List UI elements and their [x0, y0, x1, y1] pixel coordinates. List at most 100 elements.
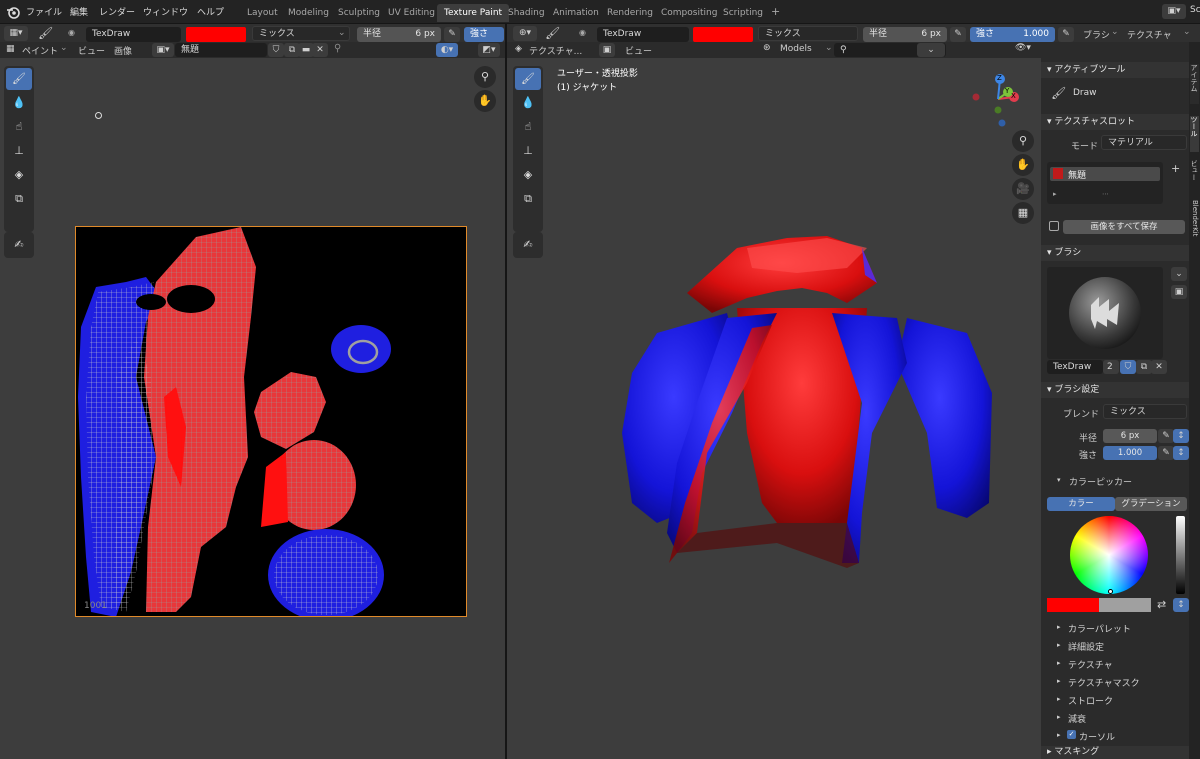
navigation-gizmo[interactable]: X Y Z: [971, 66, 1033, 128]
tab-view[interactable]: ビュー: [1190, 160, 1199, 196]
collection-dropdown[interactable]: Models: [780, 44, 812, 54]
camera-icon[interactable]: 🎥: [1012, 178, 1034, 200]
color-wheel-cursor[interactable]: [1108, 589, 1113, 594]
cursor-panel[interactable]: カーソル: [1079, 730, 1115, 743]
expand-arrow-icon[interactable]: ▸: [1053, 190, 1057, 198]
texture-slots-section-header[interactable]: ▾ テクスチャスロット: [1041, 114, 1189, 130]
pressure-radius-icon[interactable]: ✎: [1158, 429, 1174, 443]
texture-mode-dropdown[interactable]: マテリアル: [1101, 135, 1187, 150]
perspective-grid-icon[interactable]: ▦: [1012, 202, 1034, 224]
expand-arrow-icon[interactable]: ▸: [1057, 731, 1061, 739]
paintbrush-icon[interactable]: 🖌: [545, 26, 560, 40]
clone-tool-icon[interactable]: ⊥: [515, 140, 541, 162]
fake-user-shield-icon[interactable]: ⛉: [1120, 360, 1136, 374]
falloff-panel[interactable]: 減衰: [1068, 712, 1086, 725]
value-slider[interactable]: [1176, 516, 1185, 594]
brush-name-field[interactable]: TexDraw: [1047, 360, 1103, 374]
3d-viewport[interactable]: 🖌 💧 ☝ ⊥ ◈ ⧉ ✍ ユーザー・透視投影 (1) ジャケット X Y Z …: [507, 58, 1041, 759]
brush-color-swatch[interactable]: [693, 27, 753, 42]
brush-menu[interactable]: ブラシ: [1083, 28, 1110, 41]
visibility-icon[interactable]: 👁▾: [1015, 43, 1031, 53]
tab-rendering[interactable]: Rendering: [600, 4, 660, 22]
texture-menu[interactable]: テクスチャ: [1127, 28, 1172, 41]
mask-tool-icon[interactable]: ⧉: [515, 188, 541, 210]
pressure-radius-icon[interactable]: ✎: [950, 27, 966, 42]
collapse-chevron-icon[interactable]: ▾: [1057, 476, 1061, 484]
brush-section-header[interactable]: ▾ ブラシ: [1041, 245, 1189, 261]
display-channels-icon[interactable]: ◩▾: [478, 43, 500, 57]
image-name-field[interactable]: 無題: [175, 43, 267, 57]
tab-scripting[interactable]: Scripting: [716, 4, 770, 22]
mode-dropdown[interactable]: ペイント: [22, 44, 58, 57]
gizmo-toggle-icon[interactable]: ◐▾: [436, 43, 458, 57]
refresh-icon[interactable]: [1049, 221, 1059, 231]
advanced-panel[interactable]: 詳細設定: [1068, 640, 1104, 653]
menu-view[interactable]: ビュー: [78, 44, 105, 57]
radius-field[interactable]: 6 px: [1103, 429, 1157, 443]
texture-panel[interactable]: テクスチャ: [1068, 658, 1113, 671]
color-unit-icon[interactable]: ↕: [1173, 598, 1189, 612]
smear-tool-icon[interactable]: ☝: [515, 116, 541, 138]
duplicate-brush-icon[interactable]: ⧉: [1136, 360, 1152, 374]
tab-uv-editing[interactable]: UV Editing: [381, 4, 442, 22]
secondary-color-swatch[interactable]: [1099, 598, 1151, 612]
pressure-radius-icon[interactable]: ✎: [444, 27, 460, 42]
tab-shading[interactable]: Shading: [501, 4, 552, 22]
brush-name-field[interactable]: TexDraw: [597, 27, 689, 42]
brush-browse-icon[interactable]: ◉: [579, 28, 586, 37]
chevron-down-icon[interactable]: ⌄: [1171, 267, 1187, 281]
texture-mask-panel[interactable]: テクスチャマスク: [1068, 676, 1140, 689]
brush-browse-icon[interactable]: ◉: [68, 28, 75, 37]
radius-field[interactable]: 半径 6 px: [863, 27, 947, 42]
tab-animation[interactable]: Animation: [546, 4, 606, 22]
brush-settings-section-header[interactable]: ▾ ブラシ設定: [1041, 382, 1189, 398]
brush-users-count[interactable]: 2: [1103, 360, 1119, 374]
paint-mask-icon[interactable]: ▣: [599, 43, 615, 57]
search-options-icon[interactable]: ⌄: [917, 43, 945, 57]
scene-name[interactable]: Sc: [1190, 5, 1200, 15]
menu-file[interactable]: ファイル: [26, 5, 62, 18]
paintbrush-icon[interactable]: 🖌: [38, 26, 53, 40]
expand-arrow-icon[interactable]: ▸: [1057, 713, 1061, 721]
radius-unit-icon[interactable]: ↕: [1173, 429, 1189, 443]
zoom-icon[interactable]: ⚲: [474, 66, 496, 88]
strength-field[interactable]: 強さ 1.000: [970, 27, 1055, 42]
tab-sculpting[interactable]: Sculpting: [331, 4, 387, 22]
close-image-icon[interactable]: ✕: [312, 43, 328, 57]
color-picker-title[interactable]: カラーピッカー: [1069, 475, 1132, 488]
mask-tool-icon[interactable]: ⧉: [6, 188, 32, 210]
menu-edit[interactable]: 編集: [70, 5, 88, 18]
draw-tool-icon[interactable]: 🖌: [6, 68, 32, 90]
pressure-strength-icon[interactable]: ✎: [1058, 27, 1074, 42]
soften-tool-icon[interactable]: 💧: [6, 92, 32, 114]
draw-tool-icon[interactable]: 🖌: [515, 68, 541, 90]
menu-help[interactable]: ヘルプ: [197, 5, 224, 18]
cursor-checkbox[interactable]: ✓: [1067, 730, 1076, 739]
strength-field[interactable]: 1.000: [1103, 446, 1157, 460]
tab-gradient[interactable]: グラデーション: [1115, 497, 1187, 511]
active-tool-section-header[interactable]: ▾ アクティブツール: [1041, 62, 1189, 78]
add-slot-icon[interactable]: +: [1171, 162, 1180, 175]
fill-tool-icon[interactable]: ◈: [515, 164, 541, 186]
primary-color-swatch[interactable]: [1047, 598, 1099, 612]
soften-tool-icon[interactable]: 💧: [515, 92, 541, 114]
annotate-tool-icon[interactable]: ✍: [6, 234, 32, 256]
brush-name-field[interactable]: TexDraw: [86, 27, 181, 42]
add-workspace-button[interactable]: +: [764, 3, 787, 21]
zoom-icon[interactable]: ⚲: [1012, 130, 1034, 152]
resize-grip-icon[interactable]: ⋯: [1102, 190, 1109, 198]
smear-tool-icon[interactable]: ☝: [6, 116, 32, 138]
color-wheel[interactable]: [1070, 516, 1148, 594]
menu-image[interactable]: 画像: [114, 44, 132, 57]
blend-mode-dropdown[interactable]: ミックス: [252, 26, 350, 41]
tab-item[interactable]: アイテム: [1190, 64, 1199, 104]
expand-arrow-icon[interactable]: ▸: [1057, 659, 1061, 667]
pan-hand-icon[interactable]: ✋: [1012, 154, 1034, 176]
editor-type-icon[interactable]: ▦▾: [4, 26, 28, 41]
texture-slot-item[interactable]: 無題: [1050, 167, 1160, 181]
masking-section-header[interactable]: ▸ マスキング: [1041, 746, 1189, 759]
menu-view[interactable]: ビュー: [625, 44, 652, 57]
jacket-3d-model[interactable]: [597, 233, 1007, 583]
menu-window[interactable]: ウィンドウ: [143, 5, 188, 18]
brush-color-swatch[interactable]: [186, 27, 246, 42]
